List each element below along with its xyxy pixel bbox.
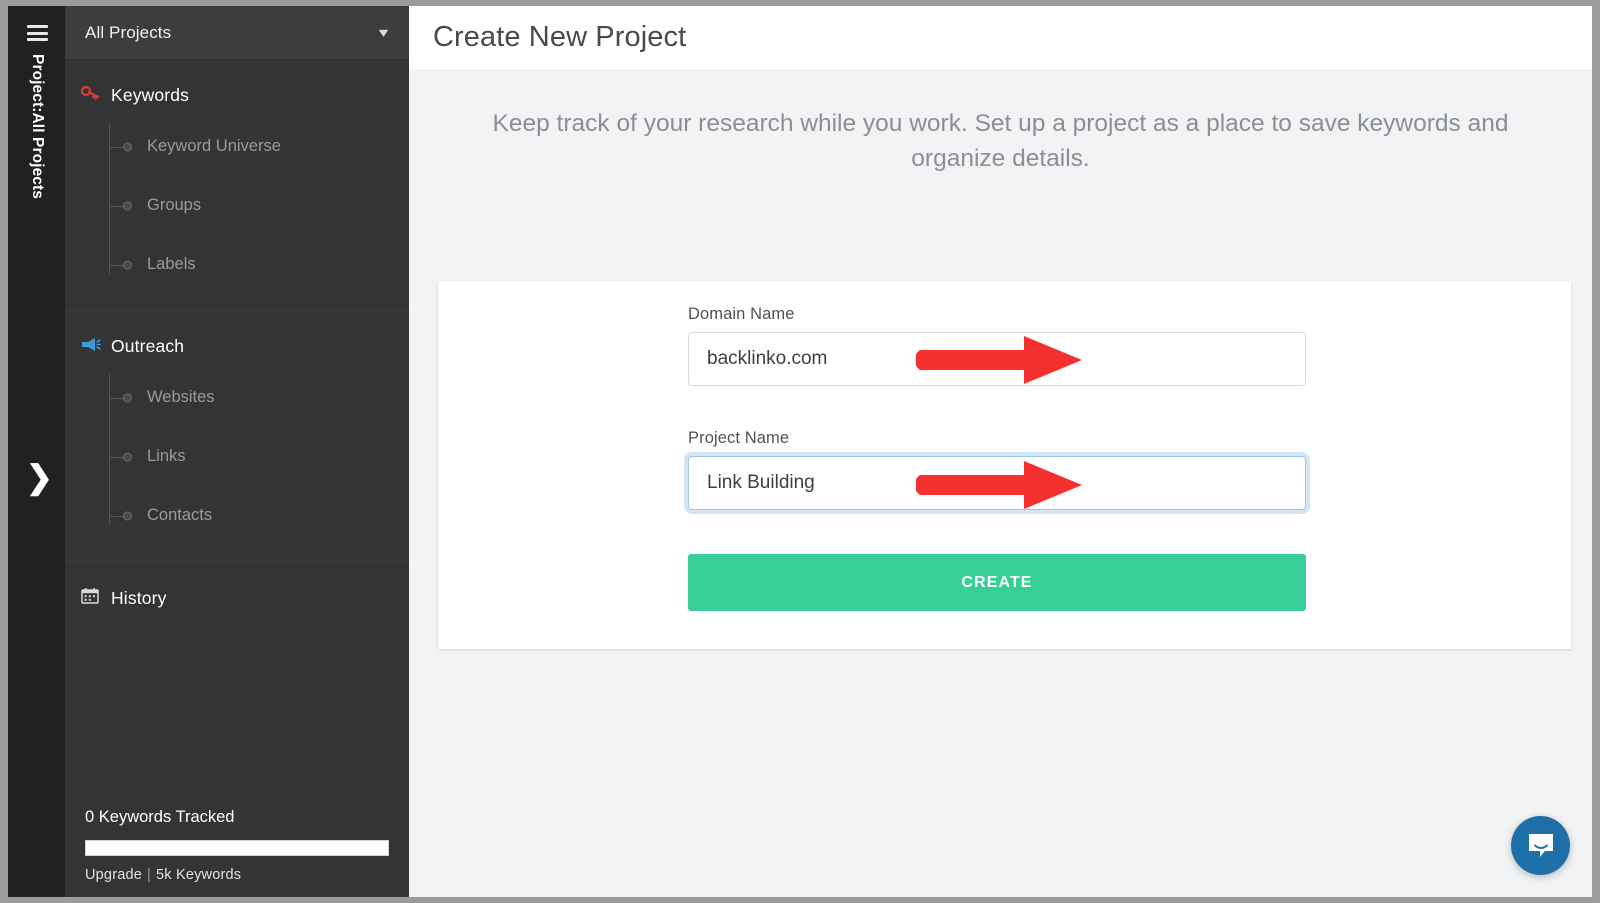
sidebar-item-outreach-label: Outreach xyxy=(111,336,184,357)
upgrade-link[interactable]: Upgrade xyxy=(85,867,142,883)
outreach-subtree: Websites Links Contacts xyxy=(65,368,409,545)
tree-node-icon xyxy=(123,260,132,269)
tree-node-icon xyxy=(123,142,132,151)
nav-section-keywords: Keywords Keyword Universe Groups Lab xyxy=(65,60,409,310)
sidebar-item-keywords[interactable]: Keywords xyxy=(65,78,409,113)
chevron-down-icon: ▾ xyxy=(379,24,388,41)
project-switcher[interactable]: All Projects ▾ xyxy=(65,6,409,60)
sidebar-item-groups[interactable]: Groups xyxy=(109,176,409,235)
key-icon xyxy=(81,85,111,106)
create-project-card: Domain Name Project Name CREATE xyxy=(438,281,1571,649)
sidebar-footer: 0 Keywords Tracked Upgrade|5k Keywords xyxy=(65,808,409,897)
project-switcher-label: All Projects xyxy=(85,23,380,43)
upgrade-line: Upgrade|5k Keywords xyxy=(85,867,389,883)
domain-name-label: Domain Name xyxy=(688,305,1306,324)
chevron-right-icon[interactable]: ❯ xyxy=(26,461,52,495)
sidebar-item-history-label: History xyxy=(111,588,167,609)
mini-rail: Project:All Projects ❯ xyxy=(8,6,65,897)
project-name-label: Project Name xyxy=(688,429,1306,448)
domain-name-field-group: Domain Name xyxy=(688,305,1306,386)
sidebar-item-contacts-label: Contacts xyxy=(147,506,212,525)
app-window: Project:All Projects ❯ All Projects ▾ Ke… xyxy=(8,6,1592,897)
tree-node-icon xyxy=(123,452,132,461)
tree-node-icon xyxy=(123,201,132,210)
sidebar: All Projects ▾ Keywords Keyword U xyxy=(65,6,409,897)
sidebar-item-websites-label: Websites xyxy=(147,388,215,407)
upgrade-separator: | xyxy=(142,867,156,883)
domain-name-input[interactable] xyxy=(688,332,1306,386)
hamburger-icon[interactable] xyxy=(27,25,48,41)
keywords-quota-progressbar xyxy=(85,840,389,856)
intro-text: Keep track of your research while you wo… xyxy=(471,107,1531,177)
page-header: Create New Project xyxy=(409,6,1592,69)
tree-node-icon xyxy=(123,393,132,402)
megaphone-icon xyxy=(81,336,111,357)
sidebar-item-keywords-label: Keywords xyxy=(111,85,189,106)
rail-project-label: Project:All Projects xyxy=(28,54,46,111)
keywords-quota-label: 5k Keywords xyxy=(156,867,241,883)
project-name-input[interactable] xyxy=(688,456,1306,510)
calendar-icon xyxy=(81,587,111,609)
nav-section-outreach: Outreach Websites Links Contacts xyxy=(65,310,409,561)
sidebar-item-labels-label: Labels xyxy=(147,255,196,274)
chat-bubble-icon xyxy=(1526,832,1556,860)
sidebar-item-groups-label: Groups xyxy=(147,196,201,215)
tree-node-icon xyxy=(123,511,132,520)
sidebar-item-links[interactable]: Links xyxy=(109,427,409,486)
keywords-subtree: Keyword Universe Groups Labels xyxy=(65,117,409,294)
project-name-field-group: Project Name xyxy=(688,429,1306,510)
sidebar-item-keyword-universe[interactable]: Keyword Universe xyxy=(109,117,409,176)
sidebar-item-links-label: Links xyxy=(147,447,186,466)
page-content: Keep track of your research while you wo… xyxy=(409,69,1592,897)
sidebar-item-contacts[interactable]: Contacts xyxy=(109,486,409,545)
page-title: Create New Project xyxy=(433,21,686,54)
create-button[interactable]: CREATE xyxy=(688,554,1306,611)
intercom-launcher[interactable] xyxy=(1511,816,1570,875)
sidebar-item-outreach[interactable]: Outreach xyxy=(65,329,409,364)
main-area: Create New Project Keep track of your re… xyxy=(409,6,1592,897)
sidebar-spacer xyxy=(65,632,409,808)
sidebar-item-keyword-universe-label: Keyword Universe xyxy=(147,137,281,156)
sidebar-item-websites[interactable]: Websites xyxy=(109,368,409,427)
keywords-tracked-label: 0 Keywords Tracked xyxy=(85,808,389,827)
sidebar-item-history[interactable]: History xyxy=(65,580,409,616)
sidebar-item-labels[interactable]: Labels xyxy=(109,235,409,294)
nav-section-history: History xyxy=(65,561,409,632)
